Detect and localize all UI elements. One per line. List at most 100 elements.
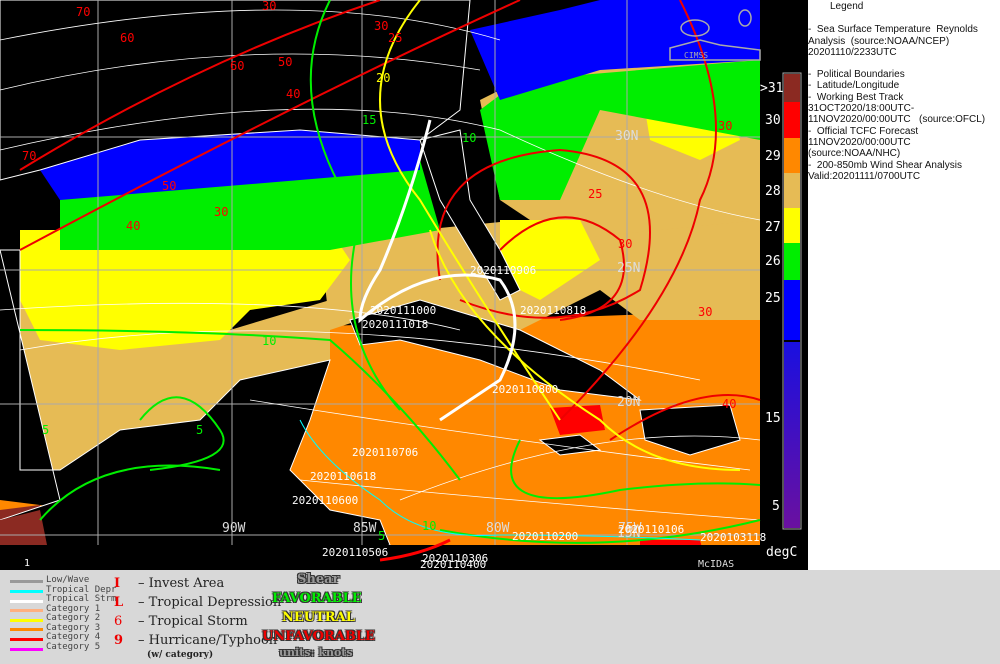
legend-line: 11NOV2020/00:00UTC (source:OFCL) [808,114,986,125]
grid-label: 30N [615,129,638,144]
colorbar-label: >31 [760,81,783,96]
legend-line: Valid:20201111/0700UTC [808,171,921,182]
colorbar-label: 28 [765,184,781,199]
key-swatch [10,609,43,612]
symbol-label: – Tropical Storm [138,614,248,629]
shear-label: 15 [362,113,376,127]
track-label: 2020110306 [422,552,488,565]
track-label: 2020110106 [618,523,684,536]
key-label: Low/Wave [46,575,90,585]
grid-label: 80W [486,521,510,536]
sst-colorbar [782,72,802,530]
shear-label: 70 [76,5,90,19]
key-swatch [10,619,43,622]
shear-label: 50 [162,179,176,193]
track-label: 2020111000 [370,304,436,317]
shear-label: 40 [126,219,140,233]
key-swatch [10,580,43,583]
key-swatch [10,600,43,603]
symbol-note: (w/ category) [147,650,214,660]
legend-line: - Official TCFC Forecast [808,126,919,137]
colorbar-label: 29 [765,149,781,164]
shear-label: 30 [214,205,228,219]
shear-title: Shear [297,572,340,587]
shear-label: 30 [374,19,388,33]
colorbar-label: 25 [765,291,781,306]
symbol-label: – Tropical Depression [138,595,282,610]
key-label: Category 2 [46,613,101,623]
track-label: 2020103118 [700,531,766,544]
shear-label: 5 [196,423,203,437]
shear-label: 60 [120,31,134,45]
hurricane-icon: 9 [114,633,124,648]
shear-label: 10 [462,131,476,145]
track-label: 2020110706 [352,446,418,459]
shear-label: 5 [378,529,385,543]
shear-label: 40 [722,397,736,411]
symbol-label: – Hurricane/Typhoon [138,633,278,648]
weather-map: 70 60 60 50 40 30 25 20 15 10 10 5 5 5 1… [0,0,808,571]
grid-label: 20N [617,395,640,410]
depression-icon: L [114,595,124,610]
logo-text: CIMSS [684,51,708,60]
track-label: 2020111018 [362,318,428,331]
grid-label: 85W [353,521,377,536]
frame-number: 1 [24,558,30,569]
invest-icon: I [114,576,121,591]
shear-label: 30 [618,237,632,251]
tropical-storm-icon: 6 [114,614,123,629]
colorbar-label: 27 [765,220,781,235]
colorbar-label: 15 [765,411,781,426]
grid-label: 90W [222,521,246,536]
key-swatch [10,638,43,641]
shear-label: 40 [286,87,300,101]
track-label: 2020110906 [470,264,536,277]
shear-label: 30 [698,305,712,319]
shear-label: 10 [262,334,276,348]
track-label: 2020110618 [310,470,376,483]
legend-line: - Working Best Track [808,92,904,103]
shear-label: 25 [388,31,402,45]
legend-line: (source:NOAA/NHC) [808,148,901,159]
shear-label: 50 [278,55,292,69]
colorbar-label: 30 [765,113,781,128]
legend-line: 11NOV2020/00:00UTC [808,137,911,148]
key-label: Category 5 [46,642,101,652]
colorbar-unit: degC [766,545,797,560]
legend-line: 20201110/2233UTC [808,47,897,58]
legend-line: - 200-850mb Wind Shear Analysis [808,160,962,171]
shear-label: 70 [22,149,36,163]
track-label: 2020110200 [512,530,578,543]
key-swatch [10,590,43,593]
key-swatch [10,628,43,631]
key-label: Category 4 [46,632,101,642]
shear-label: 25 [588,187,602,201]
shear-neutral: NEUTRAL [282,610,355,625]
legend-line: Analysis (source:NOAA/NCEP) [808,36,950,47]
key-swatch [10,648,43,651]
symbol-label: – Invest Area [138,576,225,591]
software-label: McIDAS [698,559,734,570]
shear-favorable: FAVORABLE [272,591,362,606]
shear-label: 5 [42,423,49,437]
track-label: 2020110506 [322,546,388,559]
legend-panel: Legend - Sea Surface Temperature Reynold… [808,0,1000,570]
shear-units: units: knots [279,646,353,659]
legend-line: - Latitude/Longitude [808,80,900,91]
track-label: 2020110800 [492,383,558,396]
shear-label: 20 [376,71,390,85]
colorbar-label: 26 [765,254,781,269]
shear-label: 30 [718,119,732,133]
grid-label: 25N [617,261,640,276]
legend-title: Legend [830,1,864,12]
legend-line: - Sea Surface Temperature Reynolds [808,24,978,35]
track-label: 2020110818 [520,304,586,317]
key-label: Tropical Strm [46,594,117,604]
track-label: 2020110600 [292,494,358,507]
shear-unfavorable: UNFAVORABLE [262,629,375,644]
shear-label: 10 [422,519,436,533]
shear-label: 30 [262,0,276,13]
shear-label: 60 [230,59,244,73]
legend-line: 31OCT2020/18:00UTC- [808,103,915,114]
colorbar-label: 5 [772,499,780,514]
